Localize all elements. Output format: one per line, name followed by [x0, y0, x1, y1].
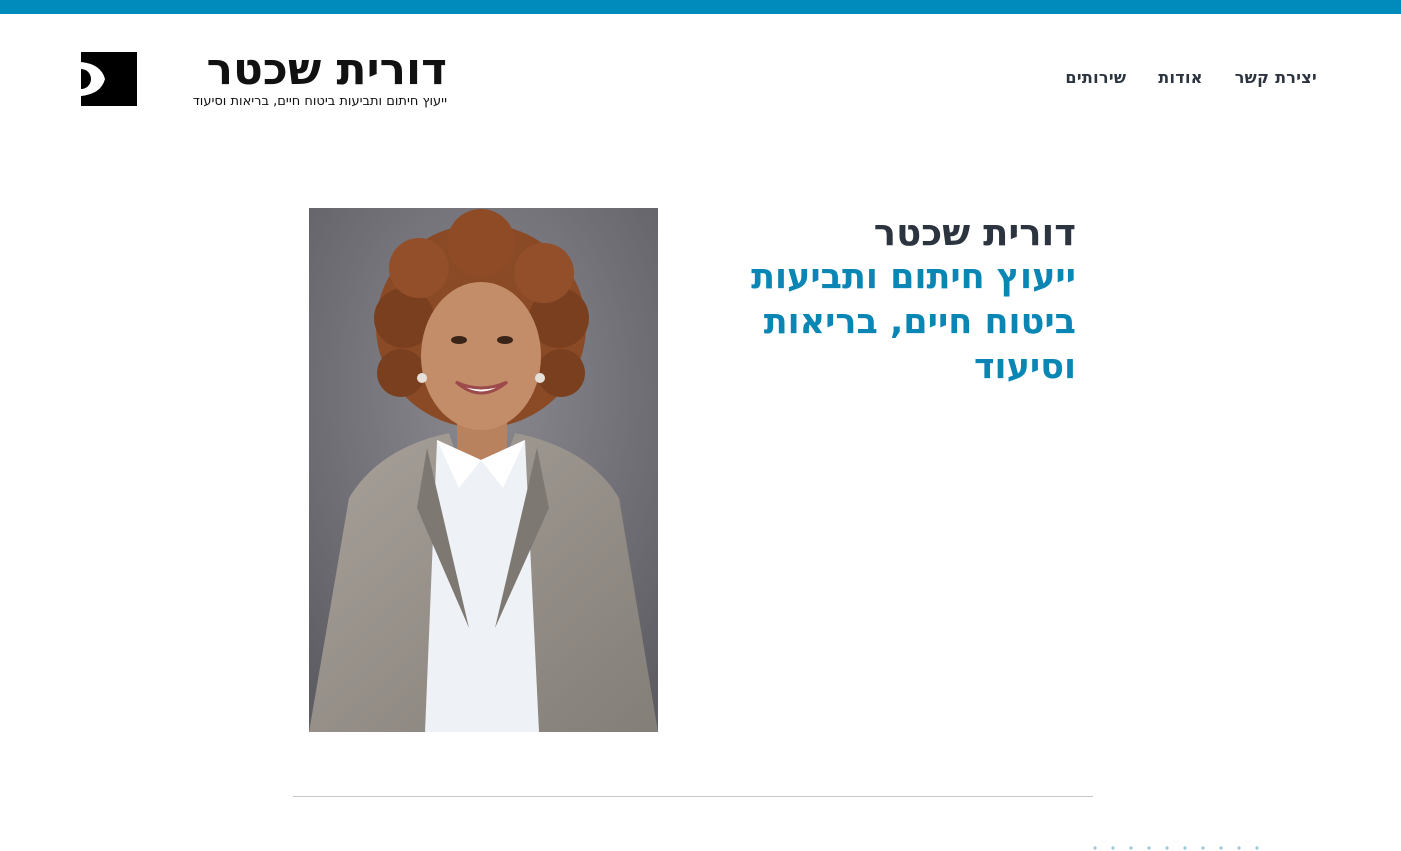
decorative-dots: [1093, 846, 1259, 850]
top-accent-bar: [0, 0, 1401, 14]
logo-mark-icon: [81, 52, 137, 106]
nav-item-services[interactable]: שירותים: [1065, 68, 1126, 87]
logo-name: דורית שכטר: [206, 44, 447, 95]
section-divider: [293, 796, 1093, 797]
main-nav: יצירת קשר אודות שירותים: [1065, 68, 1317, 87]
hero-text: דורית שכטר ייעוץ חיתום ותביעות ביטוח חיי…: [696, 210, 1076, 390]
site-logo[interactable]: דורית שכטר ייעוץ חיתום ותביעות ביטוח חיי…: [81, 46, 447, 112]
hero-subtitle: ייעוץ חיתום ותביעות ביטוח חיים, בריאות ו…: [751, 257, 1076, 387]
hero-name: דורית שכטר: [873, 211, 1076, 254]
logo-tagline: ייעוץ חיתום ותביעות ביטוח חיים, בריאות ו…: [192, 94, 447, 109]
portrait-photo: [309, 208, 658, 732]
nav-item-about[interactable]: אודות: [1158, 68, 1202, 87]
nav-item-contact[interactable]: יצירת קשר: [1235, 68, 1317, 87]
